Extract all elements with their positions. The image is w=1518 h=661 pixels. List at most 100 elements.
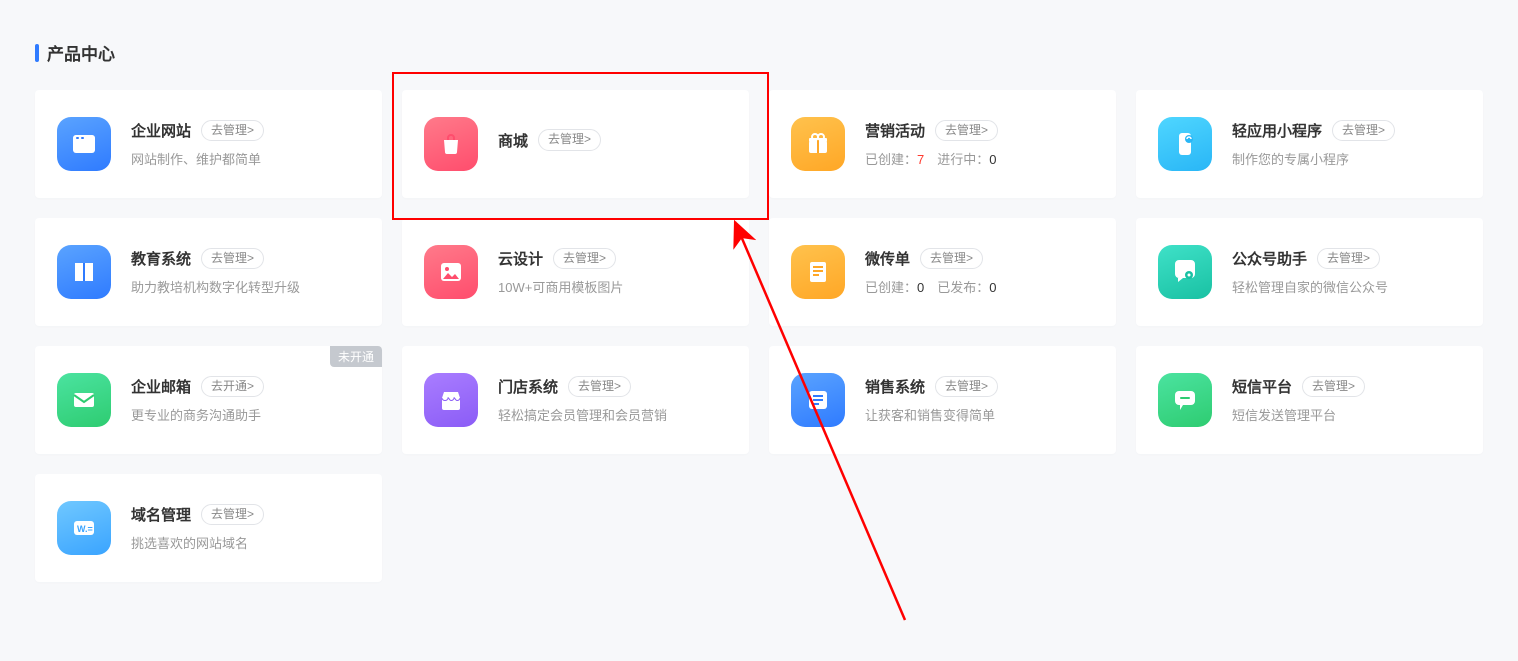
card-title: 门店系统 (498, 376, 558, 397)
section-title-text: 产品中心 (47, 40, 115, 65)
gift-icon (791, 117, 845, 171)
manage-button[interactable]: 去管理> (1332, 120, 1395, 142)
card-body: 轻应用小程序去管理> 制作您的专属小程序 (1232, 120, 1463, 169)
card-body: 营销活动去管理> 已创建：7 进行中：0 (865, 120, 1096, 169)
manage-button[interactable]: 去管理> (935, 376, 998, 398)
card-title: 销售系统 (865, 376, 925, 397)
card-title: 商城 (498, 130, 528, 151)
stat-label: 已创建： (865, 152, 917, 167)
card-body: 企业网站去管理> 网站制作、维护都简单 (131, 120, 362, 169)
card-head: 营销活动去管理> (865, 120, 1096, 142)
domain-icon: W.= (57, 501, 111, 555)
unopened-badge: 未开通 (330, 346, 382, 367)
card-body: 云设计去管理> 10W+可商用模板图片 (498, 248, 729, 297)
product-card-sales[interactable]: 销售系统去管理> 让获客和销售变得简单 (769, 346, 1116, 454)
manage-button[interactable]: 去管理> (201, 248, 264, 270)
stat-label: 已创建： (865, 280, 917, 295)
open-button[interactable]: 去开通> (201, 376, 264, 398)
card-title: 域名管理 (131, 504, 191, 525)
card-body: 企业邮箱去开通> 更专业的商务沟通助手 (131, 376, 362, 425)
card-subtitle: 网站制作、维护都简单 (131, 149, 362, 168)
card-title: 教育系统 (131, 248, 191, 269)
card-title: 短信平台 (1232, 376, 1292, 397)
card-body: 域名管理去管理> 挑选喜欢的网站域名 (131, 504, 362, 553)
stat-label: 已发布： (937, 280, 989, 295)
manage-button[interactable]: 去管理> (935, 120, 998, 142)
card-head: 门店系统去管理> (498, 376, 729, 398)
card-head: 商城去管理> (498, 129, 729, 151)
manage-button[interactable]: 去管理> (538, 129, 601, 151)
card-subtitle: 挑选喜欢的网站域名 (131, 533, 362, 552)
card-body: 商城去管理> (498, 129, 729, 159)
manage-button[interactable]: 去管理> (201, 504, 264, 526)
product-card-mail[interactable]: 企业邮箱去开通> 更专业的商务沟通助手 未开通 (35, 346, 382, 454)
card-body: 公众号助手去管理> 轻松管理自家的微信公众号 (1232, 248, 1463, 297)
card-subtitle: 更专业的商务沟通助手 (131, 405, 362, 424)
product-grid: 企业网站去管理>网站制作、维护都简单商城去管理>营销活动去管理>已创建：7 进行… (35, 90, 1483, 582)
card-head: 教育系统去管理> (131, 248, 362, 270)
card-title: 企业邮箱 (131, 376, 191, 397)
product-card-mall[interactable]: 商城去管理> (402, 90, 749, 198)
card-head: 域名管理去管理> (131, 504, 362, 526)
product-card-sms[interactable]: 短信平台去管理> 短信发送管理平台 (1136, 346, 1483, 454)
product-card-marketing[interactable]: 营销活动去管理> 已创建：7 进行中：0 (769, 90, 1116, 198)
product-card-flyer[interactable]: 微传单去管理>已创建：0 已发布：0 (769, 218, 1116, 326)
chatgear-icon (1158, 245, 1212, 299)
manage-button[interactable]: 去管理> (920, 248, 983, 270)
card-body: 教育系统去管理> 助力教培机构数字化转型升级 (131, 248, 362, 297)
card-head: 短信平台去管理> (1232, 376, 1463, 398)
product-card-mp[interactable]: 公众号助手去管理> 轻松管理自家的微信公众号 (1136, 218, 1483, 326)
product-card-domain[interactable]: W.= 域名管理去管理> 挑选喜欢的网站域名 (35, 474, 382, 582)
card-subtitle: 让获客和销售变得简单 (865, 405, 1096, 424)
message-icon (1158, 373, 1212, 427)
stat-label: 进行中： (937, 152, 989, 167)
card-title: 云设计 (498, 248, 543, 269)
list-icon (791, 373, 845, 427)
window-icon (57, 117, 111, 171)
product-card-site[interactable]: 企业网站去管理> 网站制作、维护都简单 (35, 90, 382, 198)
shop-icon (424, 373, 478, 427)
phone-icon (1158, 117, 1212, 171)
card-subtitle: 已创建：7 进行中：0 (865, 149, 1096, 168)
card-title: 微传单 (865, 248, 910, 269)
product-card-edu[interactable]: 教育系统去管理> 助力教培机构数字化转型升级 (35, 218, 382, 326)
card-body: 门店系统去管理> 轻松搞定会员管理和会员营销 (498, 376, 729, 425)
card-subtitle: 轻松管理自家的微信公众号 (1232, 277, 1463, 296)
product-card-design[interactable]: 云设计去管理> 10W+可商用模板图片 (402, 218, 749, 326)
card-subtitle: 短信发送管理平台 (1232, 405, 1463, 424)
card-subtitle: 制作您的专属小程序 (1232, 149, 1463, 168)
section-title: 产品中心 (35, 40, 1483, 65)
bag-icon (424, 117, 478, 171)
card-body: 微传单去管理>已创建：0 已发布：0 (865, 248, 1096, 297)
manage-button[interactable]: 去管理> (568, 376, 631, 398)
manage-button[interactable]: 去管理> (1302, 376, 1365, 398)
stat-value: 0 (989, 152, 996, 167)
product-card-store[interactable]: 门店系统去管理> 轻松搞定会员管理和会员营销 (402, 346, 749, 454)
image-icon (424, 245, 478, 299)
card-subtitle: 助力教培机构数字化转型升级 (131, 277, 362, 296)
card-body: 短信平台去管理> 短信发送管理平台 (1232, 376, 1463, 425)
manage-button[interactable]: 去管理> (201, 120, 264, 142)
card-body: 销售系统去管理> 让获客和销售变得简单 (865, 376, 1096, 425)
book-icon (57, 245, 111, 299)
card-head: 云设计去管理> (498, 248, 729, 270)
card-subtitle: 轻松搞定会员管理和会员营销 (498, 405, 729, 424)
card-title: 企业网站 (131, 120, 191, 141)
svg-text:W.=: W.= (77, 524, 93, 534)
manage-button[interactable]: 去管理> (1317, 248, 1380, 270)
card-subtitle: 已创建：0 已发布：0 (865, 277, 1096, 296)
card-title: 公众号助手 (1232, 248, 1307, 269)
card-head: 企业邮箱去开通> (131, 376, 362, 398)
stat-value: 0 (989, 280, 996, 295)
mail-icon (57, 373, 111, 427)
manage-button[interactable]: 去管理> (553, 248, 616, 270)
card-subtitle: 10W+可商用模板图片 (498, 277, 729, 296)
page-icon (791, 245, 845, 299)
card-head: 微传单去管理> (865, 248, 1096, 270)
card-title: 轻应用小程序 (1232, 120, 1322, 141)
product-card-miniapp[interactable]: 轻应用小程序去管理> 制作您的专属小程序 (1136, 90, 1483, 198)
card-head: 销售系统去管理> (865, 376, 1096, 398)
card-head: 企业网站去管理> (131, 120, 362, 142)
card-title: 营销活动 (865, 120, 925, 141)
card-head: 公众号助手去管理> (1232, 248, 1463, 270)
